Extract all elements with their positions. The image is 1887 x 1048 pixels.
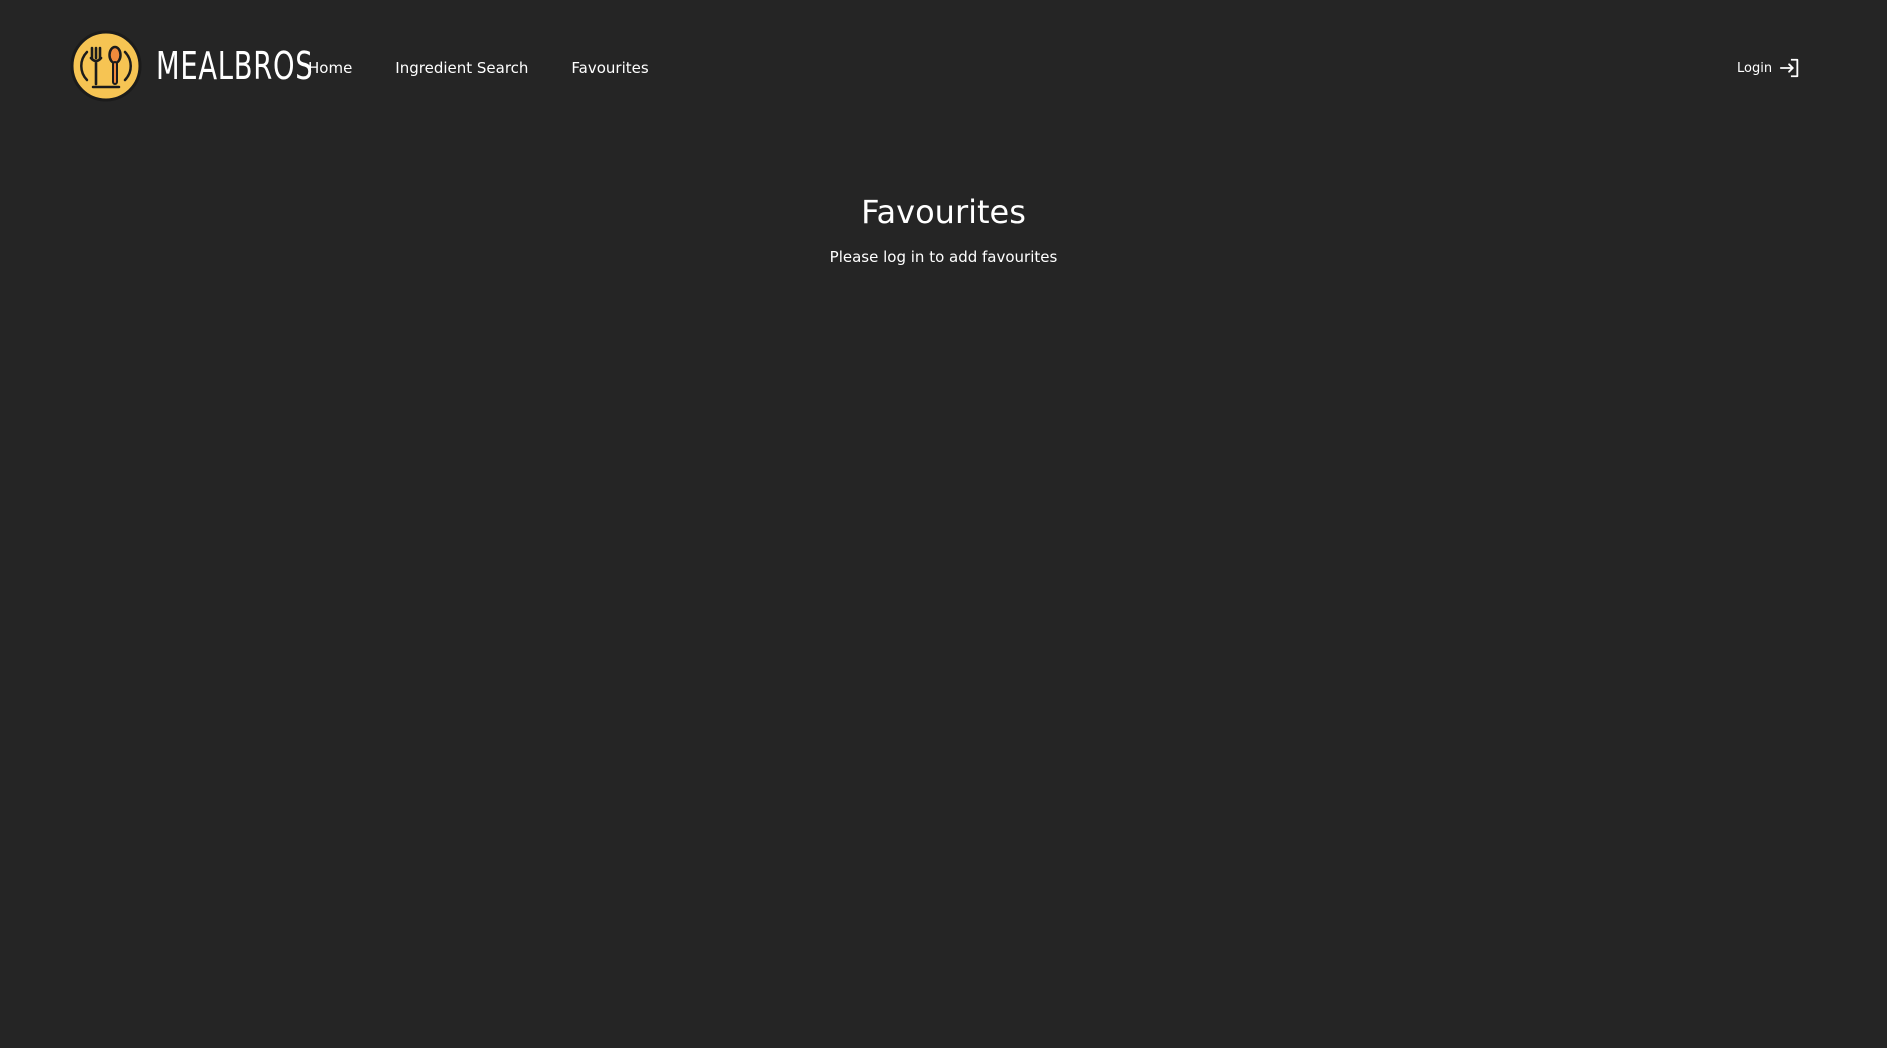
login-label: Login — [1737, 60, 1773, 76]
login-button[interactable]: Login — [1737, 56, 1801, 80]
login-required-message: Please log in to add favourites — [829, 248, 1058, 266]
nav-link-favourites[interactable]: Favourites — [571, 56, 648, 80]
main-nav: Home Ingredient Search Favourites — [308, 56, 692, 80]
fork-spoon-icon — [70, 30, 142, 102]
nav-link-home[interactable]: Home — [308, 56, 352, 80]
favourites-content: Favourites Please log in to add favourit… — [0, 180, 1887, 268]
nav-link-ingredient-search[interactable]: Ingredient Search — [395, 56, 528, 80]
login-arrow-icon — [1779, 58, 1799, 78]
brand-name: MEALBROS — [156, 44, 314, 88]
page-title: Favourites — [861, 193, 1026, 231]
page: MEALBROS Home Ingredient Search Favourit… — [0, 0, 1887, 1048]
top-navigation-bar: MEALBROS Home Ingredient Search Favourit… — [0, 0, 1887, 135]
